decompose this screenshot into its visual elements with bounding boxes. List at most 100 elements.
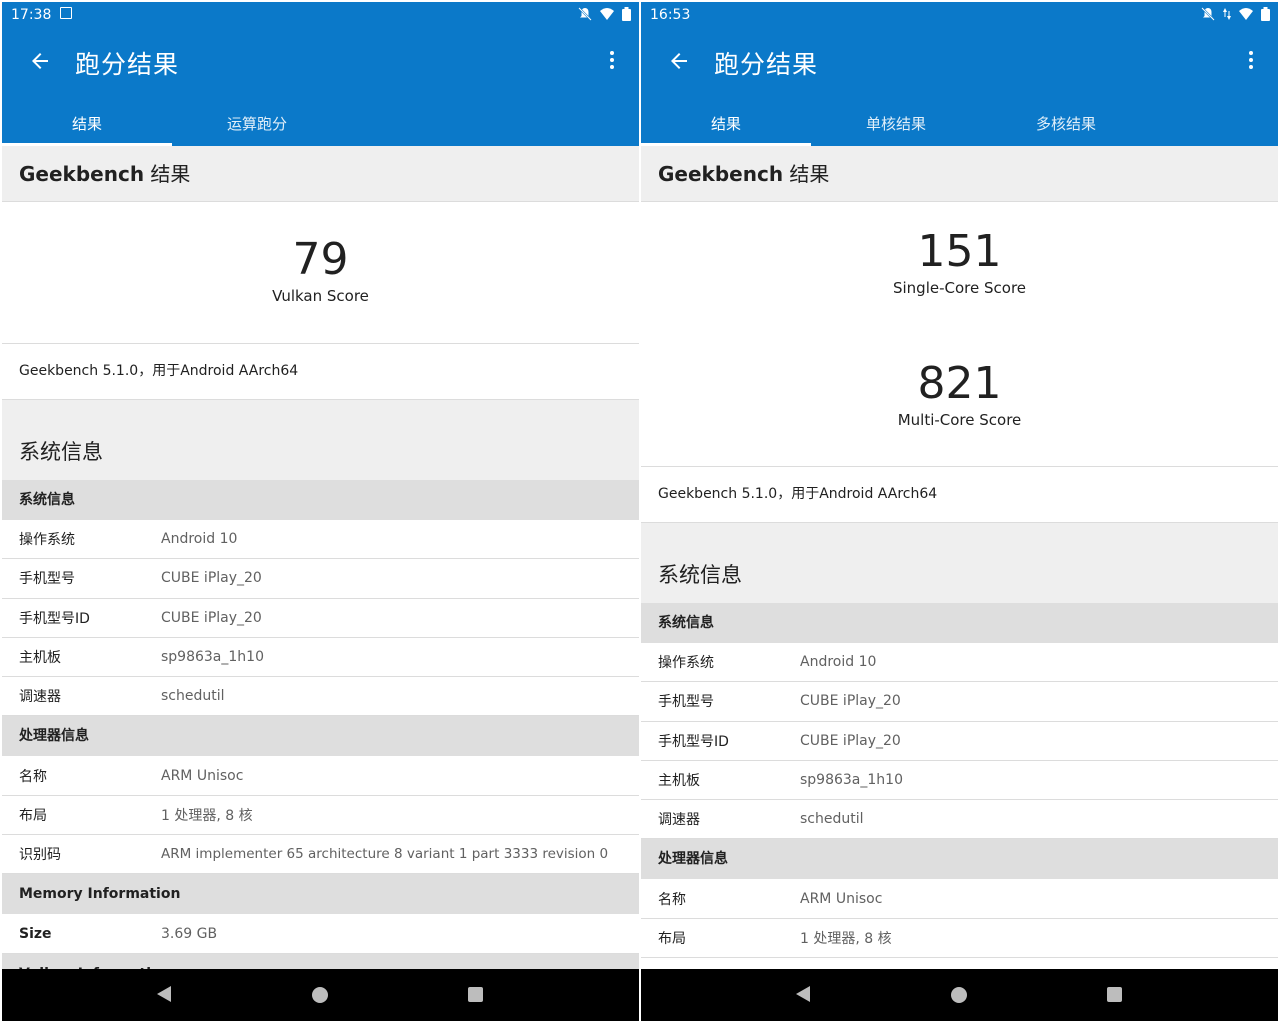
version-text: Geekbench 5.1.0，用于Android AArch64 [641,466,1278,523]
score-value: 821 [917,358,1002,409]
nav-back-icon[interactable] [157,986,171,1002]
table-row: 主机板 sp9863a_1h10 [641,760,1278,801]
section-header: 处理器信息 [641,839,1278,880]
row-key: 手机型号 [658,694,714,711]
app-bar: 跑分结果 结果 单核结果 多核结果 [641,29,1278,146]
score-value: 79 [292,234,349,285]
row-key: Size [19,925,52,942]
nav-recents-icon[interactable] [1107,987,1122,1002]
status-time: 17:38 [11,7,52,23]
score-label: Single-Core Score [892,279,1027,297]
phone-left: 17:38 跑分结果 结果 运算跑分 Geekbench 结果 79 Vulka… [2,2,639,1021]
section-header: Memory Information [2,874,639,915]
navigation-bar [2,969,639,1021]
header-cn: 结果 [783,162,830,186]
row-value: CUBE iPlay_20 [161,570,262,587]
row-key: 主机板 [658,773,700,790]
tab-results[interactable]: 结果 [2,99,172,146]
geekbench-results-header: Geekbench 结果 [641,146,1278,202]
row-value: schedutil [800,811,864,828]
row-value: ARM Unisoc [161,767,244,784]
row-value: 1 处理器, 8 核 [161,807,253,824]
row-key: 布局 [658,930,686,947]
page-title: 跑分结果 [714,50,819,79]
geekbench-results-header: Geekbench 结果 [2,146,639,202]
row-value: schedutil [161,688,225,705]
tab-compute-score[interactable]: 运算跑分 [172,99,342,146]
notifications-off-icon [1201,7,1215,21]
data-transfer-icon [1223,8,1231,20]
row-value: 1 处理器, 8 核 [800,930,892,947]
table-row: 识别码 ARM implementer 65 architecture 8 var… [2,835,639,875]
wifi-icon [1239,8,1253,20]
row-value: CUBE iPlay_20 [161,609,262,626]
nav-home-icon[interactable] [951,987,967,1003]
row-key: 主机板 [19,650,61,667]
more-options-icon[interactable] [609,51,615,71]
table-row: 手机型号ID CUBE iPlay_20 [641,721,1278,761]
row-key: 手机型号 [19,571,75,588]
version-text: Geekbench 5.1.0，用于Android AArch64 [2,343,639,400]
tab-multi-core[interactable]: 多核结果 [981,99,1151,146]
row-value: sp9863a_1h10 [800,772,903,789]
table-row: 名称 ARM Unisoc [2,756,639,796]
status-bar: 17:38 [2,2,639,29]
table-row: 主机板 sp9863a_1h10 [2,637,639,678]
row-key: 手机型号ID [658,733,729,750]
row-value: 3.69 GB [161,925,218,942]
navigation-bar [641,969,1278,1021]
header-cn: 结果 [144,162,191,186]
section-header: 处理器信息 [2,716,639,757]
status-bar: 16:53 [641,2,1278,29]
tab-single-core[interactable]: 单核结果 [811,99,981,146]
back-arrow-icon[interactable] [28,49,52,73]
row-key: 名称 [658,891,686,908]
tab-bar: 结果 单核结果 多核结果 [641,99,1278,146]
vulkan-score-block: 79 Vulkan Score [2,202,639,343]
row-key: 操作系统 [19,532,75,549]
score-label: Multi-Core Score [897,411,1022,429]
app-bar: 跑分结果 结果 运算跑分 [2,29,639,146]
table-row: 操作系统 Android 10 [2,520,639,560]
sysinfo-title: 系统信息 [641,523,1278,603]
row-value: sp9863a_1h10 [161,649,264,666]
row-value: Android 10 [161,531,238,548]
row-value: CUBE iPlay_20 [800,693,901,710]
row-key: 操作系统 [658,655,714,672]
battery-icon [622,7,631,21]
nav-recents-icon[interactable] [468,987,483,1002]
row-key: 名称 [19,768,47,785]
table-row: 操作系统 Android 10 [641,643,1278,683]
header-latin: Geekbench [19,162,145,186]
image-notification-icon [60,7,72,19]
row-key: 调速器 [658,812,700,829]
sysinfo-title: 系统信息 [2,400,639,480]
page-title: 跑分结果 [75,50,180,79]
table-row: 名称 ARM Unisoc [641,879,1278,919]
more-options-icon[interactable] [1248,51,1254,71]
results-content: Geekbench 结果 151 Single-Core Score 821 M… [641,146,1278,959]
single-core-score-block: 151 Single-Core Score [641,202,1278,334]
row-key: 布局 [19,807,47,824]
table-row: Size 3.69 GB [2,914,639,954]
row-value: ARM Unisoc [800,890,883,907]
table-row: 布局 1 处理器, 8 核 [2,795,639,836]
row-value: CUBE iPlay_20 [800,732,901,749]
nav-home-icon[interactable] [312,987,328,1003]
section-header: 系统信息 [641,603,1278,643]
section-header: 系统信息 [2,480,639,520]
status-time: 16:53 [650,7,691,23]
row-key: 调速器 [19,689,61,706]
score-label: Vulkan Score [272,287,369,305]
tab-results[interactable]: 结果 [641,99,811,146]
row-value: Android 10 [800,654,877,671]
score-value: 151 [917,226,1002,277]
back-arrow-icon[interactable] [667,49,691,73]
table-row: 调速器 schedutil [641,800,1278,840]
table-row: 手机型号 CUBE iPlay_20 [2,559,639,599]
row-value: ARM implementer 65 architecture 8 varian… [161,846,609,863]
nav-back-icon[interactable] [796,986,810,1002]
table-row: 调速器 schedutil [2,677,639,717]
row-key: 手机型号ID [19,610,90,627]
table-row: 布局 1 处理器, 8 核 [641,918,1278,959]
